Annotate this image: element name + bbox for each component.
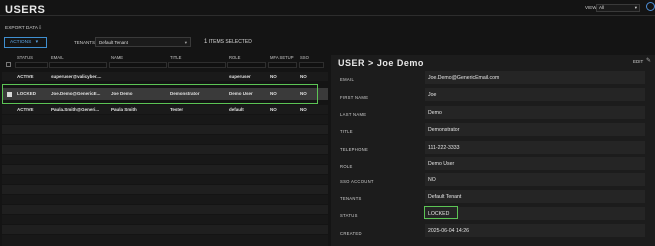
field-label-role: ROLE <box>340 164 353 169</box>
detail-user-name: Joe Demo <box>376 58 424 68</box>
edit-pencil-icon[interactable]: ✎ <box>646 57 651 64</box>
cell-mfa: NO <box>270 107 277 112</box>
empty-row <box>2 235 328 246</box>
items-selected-count: 1 ITEMS SELECTED <box>204 39 252 45</box>
cell-status: ACTIVE <box>17 74 34 79</box>
cell-sso: NO <box>300 74 307 79</box>
empty-row <box>2 225 328 234</box>
field-label-last-name: LAST NAME <box>340 112 367 117</box>
column-header-role[interactable]: ROLE <box>229 55 240 60</box>
empty-row <box>2 205 328 214</box>
empty-row <box>2 125 328 134</box>
export-icon[interactable]: ⇩ <box>38 25 42 31</box>
table-row[interactable]: ACTIVE superuser@valicyber.... superuser… <box>2 72 328 81</box>
field-value-status: LOCKED <box>425 207 645 220</box>
filter-sso-input[interactable] <box>299 62 324 68</box>
items-count: 1 <box>204 39 208 45</box>
cell-email: Paula.Smith@Generi... <box>51 107 100 112</box>
selection-highlight <box>2 84 318 104</box>
table-row[interactable]: ACTIVE Paula.Smith@Generi... Paula Smith… <box>2 105 328 114</box>
filter-mfa-input[interactable] <box>268 62 297 68</box>
status-highlight <box>424 206 458 219</box>
cell-mfa: NO <box>270 74 277 79</box>
field-value-tenants: Default Tenant <box>425 190 645 203</box>
divider <box>0 15 655 16</box>
empty-row <box>2 215 328 224</box>
empty-row <box>2 135 328 144</box>
column-header-name[interactable]: NAME <box>111 55 123 60</box>
empty-row <box>2 175 328 184</box>
chevron-down-icon: ▾ <box>634 5 637 10</box>
cell-sso: NO <box>300 107 307 112</box>
detail-title: USER > Joe Demo <box>338 58 424 68</box>
tenants-label: TENANTS <box>74 40 96 45</box>
cell-role: default <box>229 107 244 112</box>
column-header-email[interactable]: EMAIL <box>51 55 64 60</box>
actions-label: ACTIONS <box>10 40 32 45</box>
settings-icon[interactable] <box>646 2 655 11</box>
tenant-select[interactable]: Default Tenant ▾ <box>95 37 191 47</box>
chevron-down-icon: ▾ <box>35 40 39 45</box>
column-header-mfa[interactable]: MFA SETUP <box>270 55 294 60</box>
field-value-sso-account: NO <box>425 173 645 186</box>
field-label-first-name: FIRST NAME <box>340 95 369 100</box>
field-value-first-name: Joe <box>425 88 645 101</box>
items-selected-label: ITEMS SELECTED <box>208 39 252 45</box>
field-value-last-name: Demo <box>425 106 645 119</box>
column-header-status[interactable]: STATUS <box>17 55 33 60</box>
column-header-title[interactable]: TITLE <box>170 55 181 60</box>
empty-row <box>2 155 328 164</box>
actions-button[interactable]: ACTIONS ▾ <box>4 37 47 48</box>
filter-status-input[interactable] <box>15 62 48 68</box>
field-value-email: Joe.Demo@GenericEmail.com <box>425 71 645 84</box>
empty-row <box>2 115 328 124</box>
filter-role-input[interactable] <box>227 62 266 68</box>
tenant-value: Default Tenant <box>99 40 128 45</box>
cell-email: superuser@valicyber.... <box>51 74 102 79</box>
field-label-tenants: TENANTS <box>340 196 362 201</box>
field-label-sso-account: SSO ACCOUNT <box>340 179 374 184</box>
edit-button[interactable]: EDIT <box>633 59 643 64</box>
empty-row <box>2 165 328 174</box>
view-label: VIEW <box>585 5 597 10</box>
cell-status: ACTIVE <box>17 107 34 112</box>
field-value-created: 2025-06-04 14:26 <box>425 224 645 237</box>
select-all-checkbox[interactable] <box>6 62 11 67</box>
cell-title: Tester <box>170 107 184 112</box>
breadcrumb-user[interactable]: USER <box>338 58 365 68</box>
empty-row <box>2 185 328 194</box>
empty-row <box>2 195 328 204</box>
export-data-link[interactable]: EXPORT DATA <box>5 26 38 31</box>
field-value-title: Demonstrator <box>425 123 645 136</box>
cell-name: Paula Smith <box>111 107 137 112</box>
field-label-created: CREATED <box>340 231 362 236</box>
filter-email-input[interactable] <box>49 62 107 68</box>
filter-title-input[interactable] <box>168 62 226 68</box>
cell-role: superuser <box>229 74 251 79</box>
column-header-sso[interactable]: SSO <box>300 55 309 60</box>
field-value-role: Demo User <box>425 157 645 170</box>
view-select[interactable]: All ▾ <box>596 4 640 12</box>
empty-row <box>2 145 328 154</box>
field-label-telephone: TELEPHONE <box>340 147 369 152</box>
filter-name-input[interactable] <box>109 62 167 68</box>
field-label-email: EMAIL <box>340 77 355 82</box>
chevron-down-icon: ▾ <box>184 40 187 45</box>
field-value-telephone: 111-222-3333 <box>425 141 645 154</box>
field-label-status: STATUS <box>340 213 358 218</box>
field-label-title: TITLE <box>340 129 353 134</box>
breadcrumb-separator: > <box>368 58 374 68</box>
view-value: All <box>599 5 605 10</box>
